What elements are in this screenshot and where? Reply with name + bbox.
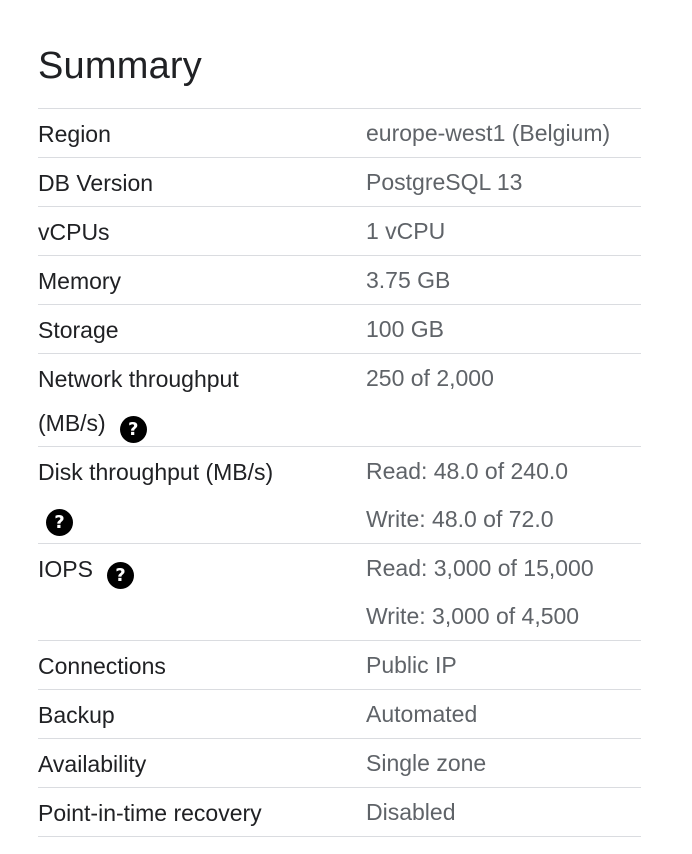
row-network-throughput: Network throughput (MB/s)? 250 of 2,000 <box>38 354 641 447</box>
disk-throughput-value: Read: 48.0 of 240.0 Write: 48.0 of 72.0 <box>366 447 641 543</box>
row-storage: Storage 100 GB <box>38 305 641 354</box>
availability-value: Single zone <box>366 750 487 776</box>
vcpus-label: vCPUs <box>38 219 110 245</box>
memory-value: 3.75 GB <box>366 267 451 293</box>
network-throughput-label: Network throughput (MB/s)? <box>38 354 366 446</box>
summary-panel: Summary Region europe-west1 (Belgium) DB… <box>0 0 692 854</box>
network-throughput-label-line2: (MB/s) <box>38 410 106 436</box>
row-connections: Connections Public IP <box>38 641 641 690</box>
summary-title: Summary <box>38 45 202 87</box>
network-throughput-value: 250 of 2,000 <box>366 365 494 391</box>
point-in-time-recovery-value: Disabled <box>366 799 456 825</box>
connections-value: Public IP <box>366 652 457 678</box>
row-disk-throughput: Disk throughput (MB/s) ? Read: 48.0 of 2… <box>38 447 641 544</box>
region-label: Region <box>38 121 111 147</box>
row-point-in-time-recovery: Point-in-time recovery Disabled <box>38 788 641 837</box>
storage-label: Storage <box>38 317 119 343</box>
disk-throughput-read: Read: 48.0 of 240.0 <box>366 458 569 484</box>
iops-label-wrap: IOPS? <box>38 547 366 591</box>
row-memory: Memory 3.75 GB <box>38 256 641 305</box>
iops-value: Read: 3,000 of 15,000 Write: 3,000 of 4,… <box>366 544 641 640</box>
row-backup: Backup Automated <box>38 690 641 739</box>
help-circle-icon[interactable]: ? <box>106 562 134 589</box>
network-throughput-label-line2-wrap: (MB/s)? <box>38 401 366 445</box>
region-value: europe-west1 (Belgium) <box>366 120 611 146</box>
disk-throughput-label-text: Disk throughput (MB/s) <box>38 459 274 485</box>
availability-label: Availability <box>38 751 147 777</box>
summary-table: Region europe-west1 (Belgium) DB Version… <box>38 108 641 837</box>
memory-label: Memory <box>38 268 122 294</box>
network-throughput-label-line1: Network throughput <box>38 366 239 392</box>
iops-label: IOPS? <box>38 544 366 640</box>
db-version-value: PostgreSQL 13 <box>366 169 523 195</box>
disk-throughput-help-wrap: ? <box>38 494 366 538</box>
row-iops: IOPS? Read: 3,000 of 15,000 Write: 3,000… <box>38 544 641 641</box>
vcpus-value: 1 vCPU <box>366 218 446 244</box>
iops-write: Write: 3,000 of 4,500 <box>366 603 580 629</box>
db-version-label: DB Version <box>38 170 154 196</box>
help-circle-icon[interactable]: ? <box>119 416 147 443</box>
connections-label: Connections <box>38 653 166 679</box>
backup-label: Backup <box>38 702 115 728</box>
disk-throughput-write: Write: 48.0 of 72.0 <box>366 506 554 532</box>
backup-value: Automated <box>366 701 478 727</box>
iops-read: Read: 3,000 of 15,000 <box>366 555 594 581</box>
iops-label-text: IOPS <box>38 556 93 582</box>
row-vcpus: vCPUs 1 vCPU <box>38 207 641 256</box>
row-region: Region europe-west1 (Belgium) <box>38 109 641 158</box>
row-db-version: DB Version PostgreSQL 13 <box>38 158 641 207</box>
disk-throughput-label: Disk throughput (MB/s) ? <box>38 447 366 543</box>
row-availability: Availability Single zone <box>38 739 641 788</box>
storage-value: 100 GB <box>366 316 444 342</box>
point-in-time-recovery-label: Point-in-time recovery <box>38 800 262 826</box>
help-circle-icon[interactable]: ? <box>46 509 73 536</box>
